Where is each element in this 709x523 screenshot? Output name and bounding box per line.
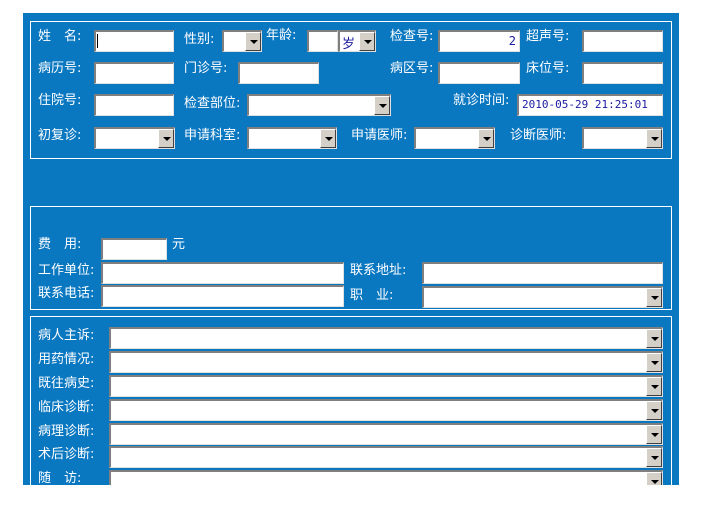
- req-doctor-select[interactable]: [414, 127, 495, 149]
- ward-label: 病区号:: [390, 61, 434, 76]
- medication-select[interactable]: [109, 351, 663, 373]
- clinic-no-input[interactable]: [238, 62, 319, 84]
- exam-site-label: 检查部位:: [184, 96, 241, 111]
- clinical-label: 病人主诉:: [38, 328, 95, 343]
- chevron-down-icon[interactable]: [320, 129, 336, 148]
- exam-no-input[interactable]: 2: [438, 30, 520, 52]
- chevron-down-icon[interactable]: [158, 129, 174, 148]
- chevron-down-icon[interactable]: [646, 401, 662, 420]
- ward-input[interactable]: [438, 62, 520, 84]
- fee-input[interactable]: [101, 238, 167, 260]
- first-visit-label: 初复诊:: [38, 128, 82, 143]
- clinical-label: 病理诊断:: [38, 424, 95, 439]
- inpatient-no-input[interactable]: [94, 94, 174, 116]
- address-input[interactable]: [422, 262, 663, 284]
- age-label: 年龄:: [266, 28, 297, 43]
- bed-input[interactable]: [582, 62, 663, 84]
- address-label: 联系地址:: [350, 263, 407, 278]
- visit-time-value: 2010-05-29 21:25:01: [522, 98, 648, 111]
- clinical-diagnosis-select[interactable]: [109, 399, 663, 421]
- chevron-down-icon[interactable]: [245, 32, 261, 51]
- clinical-label: 既往病史:: [38, 376, 95, 391]
- chevron-down-icon[interactable]: [646, 129, 662, 148]
- chevron-down-icon[interactable]: [478, 129, 494, 148]
- pathology-diagnosis-select[interactable]: [109, 423, 663, 445]
- age-unit-value: 岁: [342, 37, 356, 52]
- inpatient-no-label: 住院号:: [38, 93, 82, 108]
- chevron-down-icon[interactable]: [646, 472, 662, 485]
- diag-doctor-label: 诊断医师:: [510, 128, 567, 143]
- clinical-label: 用药情况:: [38, 352, 95, 367]
- gender-label: 性别:: [184, 32, 215, 47]
- chevron-down-icon[interactable]: [374, 96, 390, 115]
- chevron-down-icon[interactable]: [646, 288, 662, 307]
- exam-no-value: 2: [508, 34, 516, 48]
- ultrasound-no-label: 超声号:: [526, 29, 570, 44]
- dept-select[interactable]: [247, 127, 337, 149]
- history-select[interactable]: [109, 375, 663, 397]
- occupation-select[interactable]: [422, 286, 663, 308]
- fee-label: 费 用:: [38, 237, 82, 252]
- record-no-input[interactable]: [94, 62, 174, 84]
- gender-select[interactable]: [222, 30, 262, 52]
- employer-label: 工作单位:: [38, 263, 95, 278]
- chevron-down-icon[interactable]: [359, 32, 375, 51]
- exam-no-label: 检查号:: [390, 29, 434, 44]
- chevron-down-icon[interactable]: [646, 448, 662, 467]
- phone-label: 联系电话:: [38, 286, 95, 301]
- name-label: 姓 名:: [38, 29, 82, 44]
- req-doctor-label: 申请医师:: [351, 128, 408, 143]
- chevron-down-icon[interactable]: [646, 353, 662, 372]
- employer-input[interactable]: [101, 262, 344, 284]
- age-unit-select[interactable]: 岁: [338, 30, 376, 52]
- chevron-down-icon[interactable]: [646, 377, 662, 396]
- age-input[interactable]: [307, 30, 338, 52]
- occupation-label: 职 业:: [350, 288, 394, 303]
- name-input[interactable]: [94, 30, 174, 52]
- chevron-down-icon[interactable]: [646, 329, 662, 348]
- clinical-label: 随 访:: [38, 471, 82, 485]
- phone-input[interactable]: [101, 285, 344, 307]
- followup-select[interactable]: [109, 470, 663, 485]
- postop-diagnosis-select[interactable]: [109, 446, 663, 468]
- ultrasound-no-input[interactable]: [582, 30, 663, 52]
- fee-unit: 元: [172, 237, 186, 252]
- chevron-down-icon[interactable]: [646, 425, 662, 444]
- exam-site-select[interactable]: [247, 94, 391, 116]
- first-visit-select[interactable]: [94, 127, 175, 149]
- diag-doctor-select[interactable]: [582, 127, 663, 149]
- clinic-no-label: 门诊号:: [184, 61, 228, 76]
- visit-time-input[interactable]: 2010-05-29 21:25:01: [517, 94, 663, 116]
- clinical-label: 临床诊断:: [38, 400, 95, 415]
- visit-time-label: 就诊时间:: [453, 93, 510, 108]
- bed-label: 床位号:: [526, 61, 570, 76]
- patient-form-window: 姓 名: 性别: 年龄: 岁 检查号: 2 超声号: 病历号: 门诊号: 病区号…: [23, 13, 679, 485]
- record-no-label: 病历号:: [38, 61, 82, 76]
- chief-complaint-select[interactable]: [109, 327, 663, 349]
- clinical-label: 术后诊断:: [38, 447, 95, 462]
- text-cursor: [97, 34, 98, 48]
- dept-label: 申请科室:: [184, 128, 241, 143]
